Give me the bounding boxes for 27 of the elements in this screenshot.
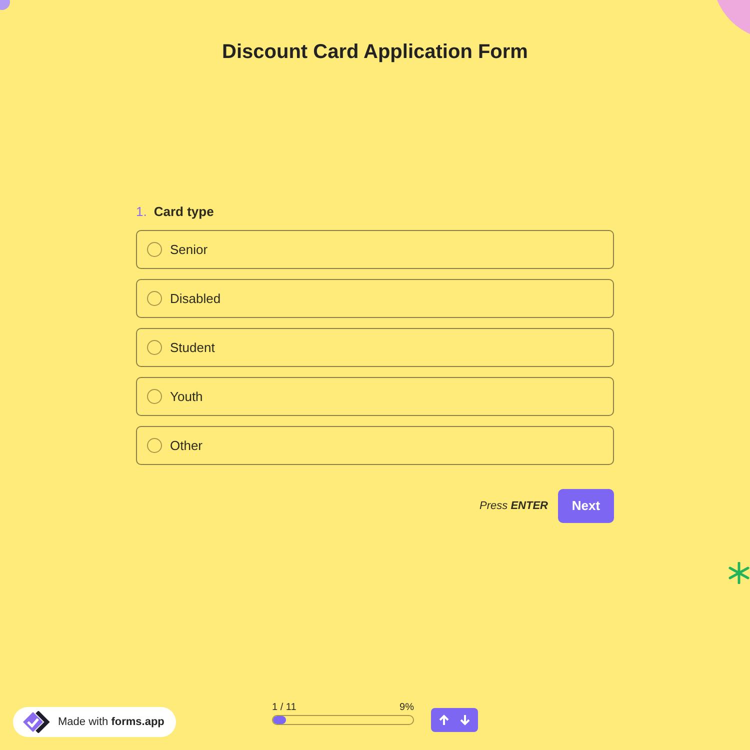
radio-button[interactable] <box>147 438 162 453</box>
asterisk-icon <box>728 562 750 584</box>
question-number: 1. <box>136 203 147 222</box>
choice-option[interactable]: Youth <box>136 377 614 416</box>
progress-percent: 9% <box>400 702 414 714</box>
keyboard-hint: Press ENTER <box>480 498 548 514</box>
radio-button[interactable] <box>147 291 162 306</box>
radio-button[interactable] <box>147 340 162 355</box>
choice-option[interactable]: Senior <box>136 230 614 269</box>
form-title: Discount Card Application Form <box>222 40 528 65</box>
choice-option[interactable]: Student <box>136 328 614 367</box>
progress-count: 1 / 11 <box>272 702 296 714</box>
option-label: Senior <box>170 240 208 259</box>
option-label: Other <box>170 436 203 455</box>
next-button[interactable]: Next <box>558 489 614 523</box>
option-label: Student <box>170 338 215 357</box>
choice-option[interactable]: Other <box>136 426 614 465</box>
up-arrow-icon[interactable] <box>438 714 450 726</box>
radio-button[interactable] <box>147 242 162 257</box>
option-label: Disabled <box>170 290 221 308</box>
option-label: Youth <box>170 388 203 406</box>
made-with-badge[interactable]: Made with forms.app <box>13 707 176 737</box>
question-label: Card type <box>154 203 214 222</box>
radio-button[interactable] <box>147 389 162 404</box>
down-arrow-icon[interactable] <box>458 714 471 726</box>
choice-option[interactable]: Disabled <box>136 279 614 318</box>
badge-text: Made with forms.app <box>58 714 164 730</box>
